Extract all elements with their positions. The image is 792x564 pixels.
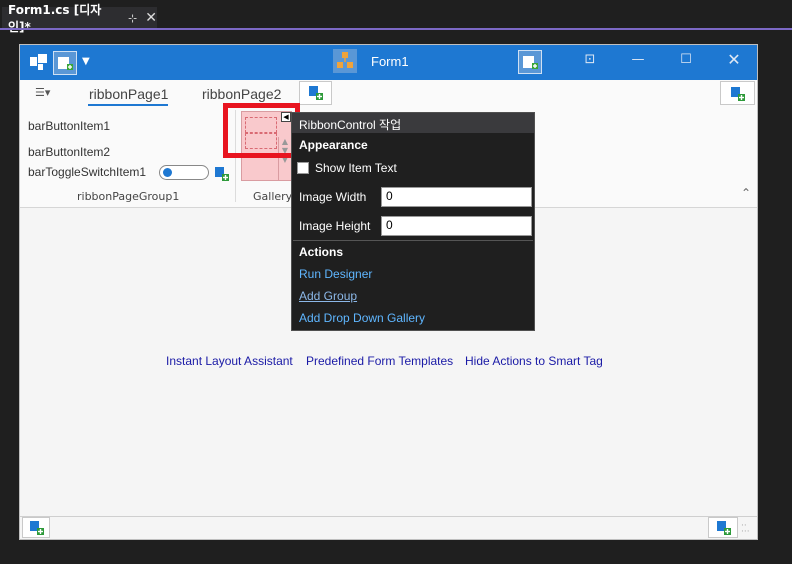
show-item-text-checkbox[interactable] [297, 162, 309, 174]
ribbon-tab-page2[interactable]: ribbonPage2 [202, 86, 281, 102]
ribbon-page-group-label: ribbonPageGroup1 [77, 190, 180, 203]
document-tab[interactable]: Form1.cs [디자인]* ⊹ ✕ [2, 3, 157, 34]
add-item-icon [731, 87, 745, 101]
add-ribbon-page-button[interactable] [299, 81, 332, 105]
hide-actions-link[interactable]: Hide Actions to Smart Tag [465, 354, 603, 368]
show-item-text-label[interactable]: Show Item Text [315, 161, 397, 175]
image-height-input[interactable]: 0 [381, 216, 532, 236]
bar-toggle-switch-item[interactable]: barToggleSwitchItem1 [28, 165, 146, 179]
size-grip-icon[interactable]: ·· ··· [741, 522, 753, 537]
ribbon-status-bar[interactable] [20, 516, 757, 539]
run-designer-link[interactable]: Run Designer [299, 267, 372, 281]
instant-layout-assistant-link[interactable]: Instant Layout Assistant [166, 354, 293, 368]
predefined-form-templates-link[interactable]: Predefined Form Templates [306, 354, 453, 368]
tab-accent-line [0, 28, 792, 30]
panel-title: RibbonControl 작업 [299, 118, 402, 132]
image-width-input[interactable]: 0 [381, 187, 532, 207]
add-group-link[interactable]: Add Group [299, 289, 357, 303]
add-group-item-icon[interactable] [215, 167, 229, 181]
form-title-bar: ▼ Form1 ⊡ — ☐ ✕ [20, 45, 757, 80]
ribbon-tab-page1[interactable]: ribbonPage1 [89, 86, 168, 102]
minimize-button[interactable]: — [627, 52, 649, 72]
close-button[interactable]: ✕ [723, 50, 745, 70]
app-icon[interactable] [28, 51, 50, 73]
image-width-label: Image Width [299, 190, 367, 204]
titlebar-add-item-icon[interactable] [518, 50, 542, 74]
status-bar-add-left-button[interactable] [22, 517, 50, 538]
maximize-button[interactable]: ☐ [675, 52, 697, 72]
image-height-label: Image Height [299, 219, 371, 233]
form-designer-icon[interactable] [333, 49, 357, 73]
add-page-header-item-button[interactable] [720, 81, 755, 105]
selected-tab-indicator [88, 104, 168, 106]
toggle-knob [163, 168, 172, 177]
pin-icon[interactable]: ⊹ [128, 12, 137, 25]
status-bar-add-right-button[interactable] [708, 517, 738, 538]
collapse-ribbon-icon[interactable]: ⌃ [741, 186, 751, 200]
panel-divider [293, 240, 533, 241]
add-drop-down-gallery-link[interactable]: Add Drop Down Gallery [299, 311, 425, 325]
add-item-icon [30, 521, 44, 535]
application-menu-icon[interactable]: ☰▾ [35, 86, 57, 104]
add-page-icon [309, 86, 323, 100]
restore-ribbon-button[interactable]: ⊡ [579, 52, 601, 72]
quick-access-dropdown-icon[interactable]: ▼ [82, 56, 94, 68]
bar-button-item-1[interactable]: barButtonItem1 [28, 119, 110, 133]
form-title: Form1 [371, 54, 409, 69]
add-item-icon [717, 521, 731, 535]
actions-header: Actions [299, 245, 344, 259]
close-tab-icon[interactable]: ✕ [145, 10, 157, 26]
highlight-annotation-box [223, 103, 300, 158]
quick-access-add-icon[interactable] [53, 51, 77, 75]
appearance-header: Appearance [299, 138, 368, 152]
bar-button-item-2[interactable]: barButtonItem2 [28, 145, 110, 159]
gallery-group-label: Gallery [253, 190, 293, 203]
